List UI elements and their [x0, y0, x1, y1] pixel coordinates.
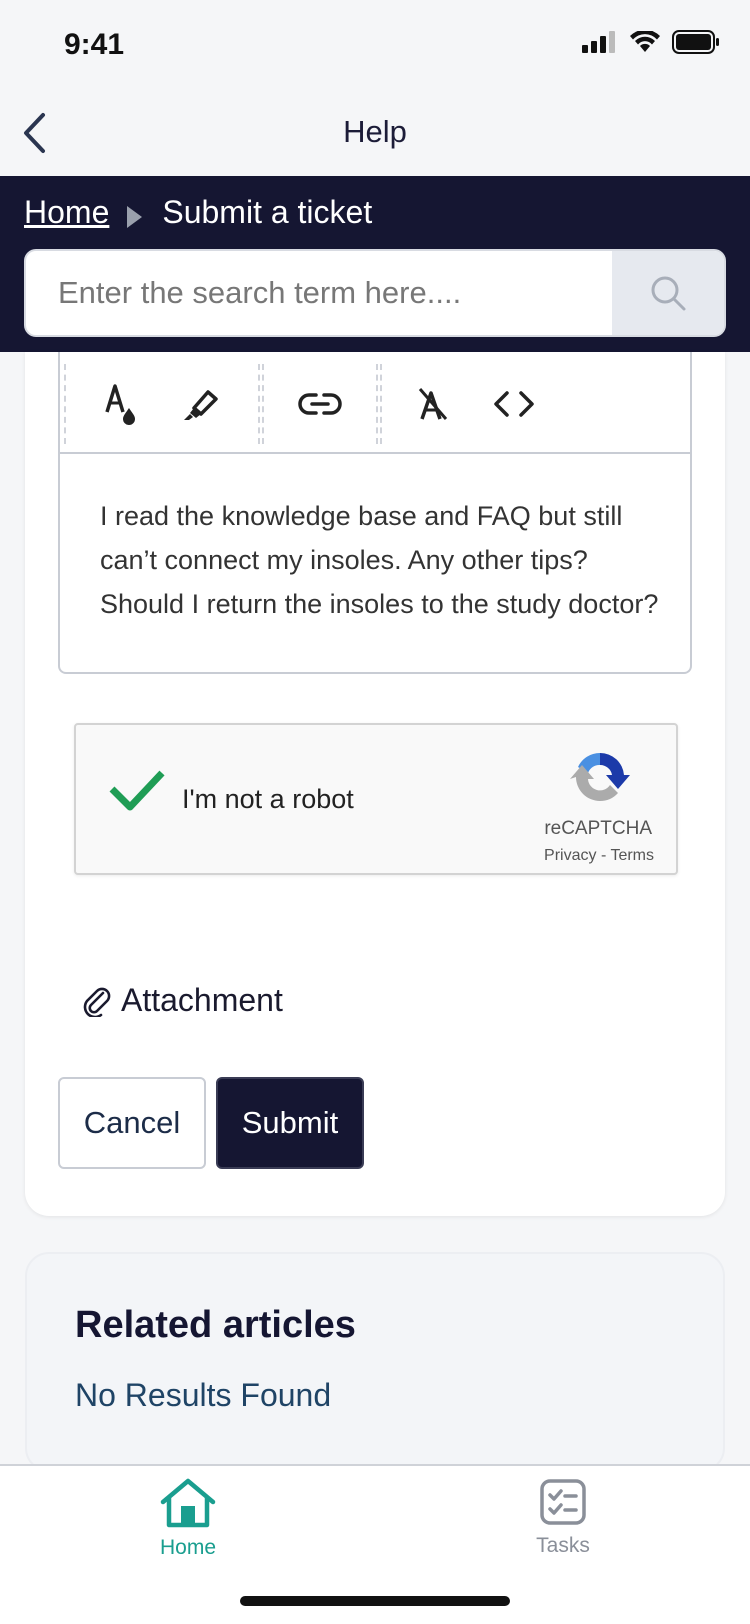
- wifi-icon: [630, 31, 660, 52]
- status-time: 9:41: [64, 28, 125, 61]
- text-color-icon: [105, 384, 135, 425]
- home-indicator: [240, 1596, 510, 1606]
- recaptcha-privacy-link[interactable]: Privacy: [544, 847, 596, 864]
- toolbar-group-link: [262, 364, 378, 444]
- toolbar-group-format: [64, 364, 260, 444]
- breadcrumb-separator-icon: [127, 205, 143, 228]
- link-icon: [298, 393, 342, 415]
- recaptcha-terms-link[interactable]: Terms: [610, 847, 654, 864]
- recaptcha-links: Privacy - Terms: [544, 847, 654, 865]
- status-bar: 9:41: [0, 0, 750, 90]
- insert-link-button[interactable]: [280, 369, 360, 439]
- tab-home-label: Home: [159, 1536, 217, 1559]
- attachment-label: Attachment: [121, 982, 283, 1018]
- recaptcha-widget: I'm not a robot reCAPTCHA Privacy - Term…: [74, 723, 678, 875]
- recaptcha-logo-icon: [568, 747, 632, 812]
- battery-icon: [672, 30, 719, 54]
- tab-tasks[interactable]: Tasks: [483, 1478, 643, 1558]
- status-icons: [582, 30, 720, 54]
- highlight-button[interactable]: [160, 369, 240, 439]
- help-header: Home Submit a ticket: [0, 176, 750, 352]
- rich-text-editor: I read the knowledge base and FAQ but st…: [58, 352, 692, 674]
- signal-icon: [582, 31, 615, 53]
- nav-bar: Help: [0, 90, 750, 176]
- editor-toolbar: [60, 352, 690, 454]
- code-icon: [494, 391, 534, 417]
- page-title: Help: [343, 114, 407, 149]
- home-icon: [160, 1478, 216, 1528]
- attachment-button[interactable]: Attachment: [83, 982, 283, 1019]
- highlighter-icon: [184, 390, 218, 420]
- recaptcha-brand: reCAPTCHA: [544, 818, 652, 839]
- tab-tasks-label: Tasks: [536, 1534, 590, 1557]
- editor-content[interactable]: I read the knowledge base and FAQ but st…: [100, 494, 660, 626]
- text-color-button[interactable]: [80, 369, 160, 439]
- breadcrumb-current: Submit a ticket: [162, 194, 373, 230]
- cancel-button[interactable]: Cancel: [58, 1077, 206, 1169]
- checkmark-icon: [109, 770, 165, 811]
- tab-home[interactable]: Home: [108, 1478, 268, 1560]
- toolbar-group-clear: [380, 364, 556, 444]
- search-box: [24, 249, 726, 337]
- clear-format-button[interactable]: [394, 369, 474, 439]
- recaptcha-checkbox[interactable]: [108, 767, 166, 818]
- ticket-form-card: I read the knowledge base and FAQ but st…: [25, 352, 725, 1216]
- tasks-icon: [540, 1479, 586, 1525]
- clear-format-icon: [418, 388, 448, 420]
- related-articles-section: Related articles No Results Found: [25, 1252, 725, 1472]
- code-view-button[interactable]: [474, 369, 554, 439]
- recaptcha-label: I'm not a robot: [182, 784, 354, 814]
- breadcrumb: Home Submit a ticket: [24, 194, 372, 231]
- recaptcha-link-separator: -: [600, 847, 607, 864]
- search-icon: [651, 276, 686, 311]
- breadcrumb-home-link[interactable]: Home: [24, 194, 109, 231]
- search-button[interactable]: [612, 251, 724, 335]
- related-articles-title: Related articles: [75, 1304, 356, 1346]
- paperclip-icon: [83, 987, 111, 1017]
- submit-button[interactable]: Submit: [216, 1077, 364, 1169]
- related-articles-empty: No Results Found: [75, 1377, 332, 1413]
- search-input[interactable]: [26, 251, 612, 335]
